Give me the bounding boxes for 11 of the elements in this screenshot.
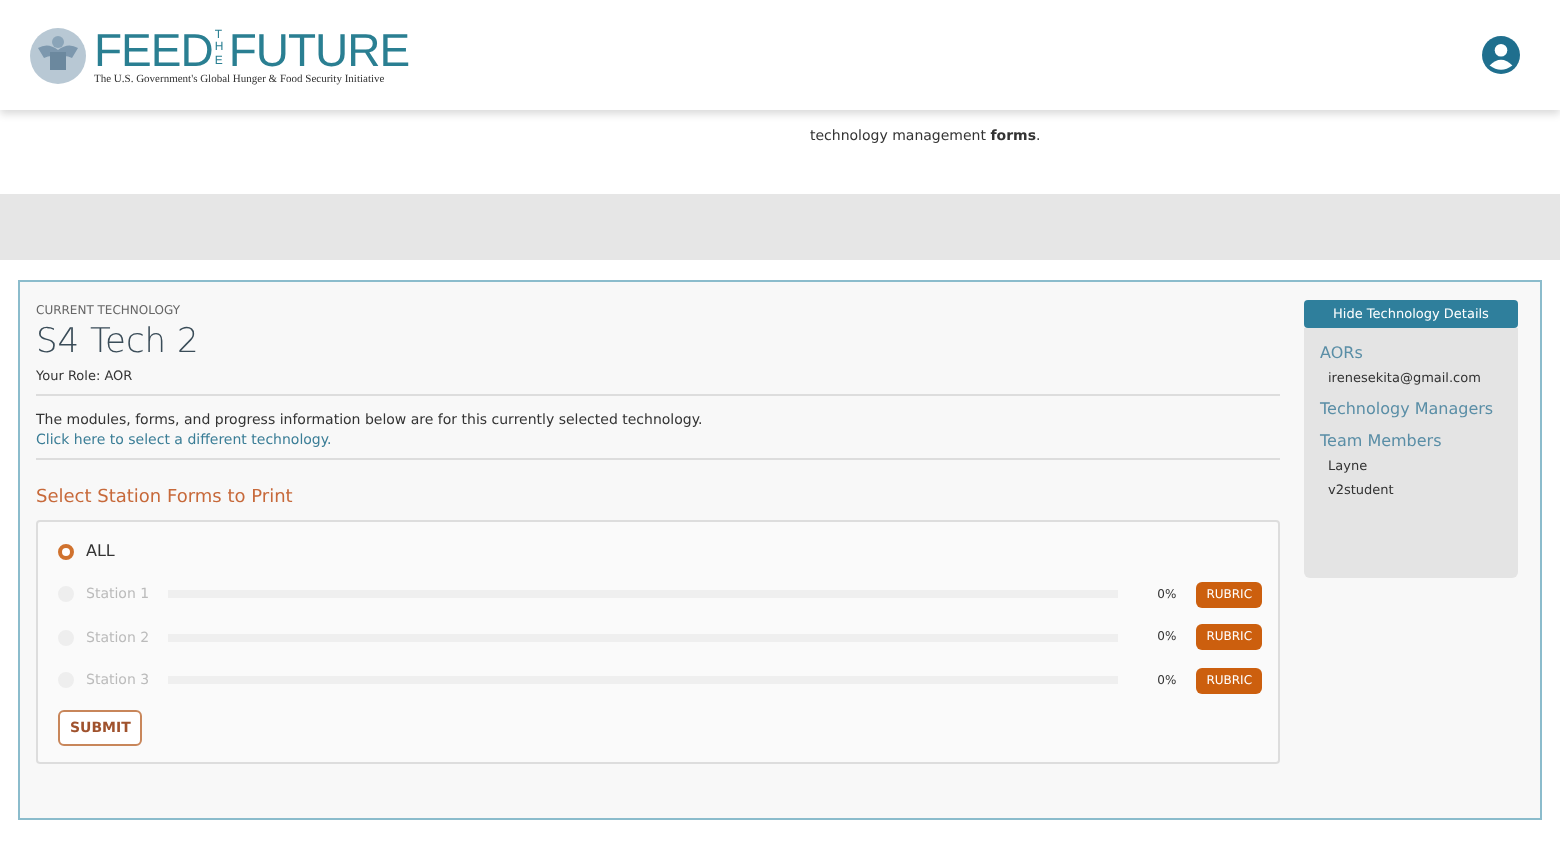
technology-name: S4 Tech 2 [36, 322, 201, 362]
radio-button[interactable] [58, 543, 74, 560]
option-label: ALL [86, 542, 115, 561]
details-heading: AORs [1320, 344, 1365, 362]
details-heading: Technology Managers [1320, 400, 1496, 418]
details-heading: Team Members [1320, 432, 1444, 450]
form-heading: Select Station Forms to Print [36, 488, 295, 508]
logo-word: FEED [94, 25, 213, 73]
seal-icon [28, 25, 88, 85]
user-icon[interactable] [1482, 36, 1520, 74]
logo-word: FUTURE [228, 25, 410, 73]
